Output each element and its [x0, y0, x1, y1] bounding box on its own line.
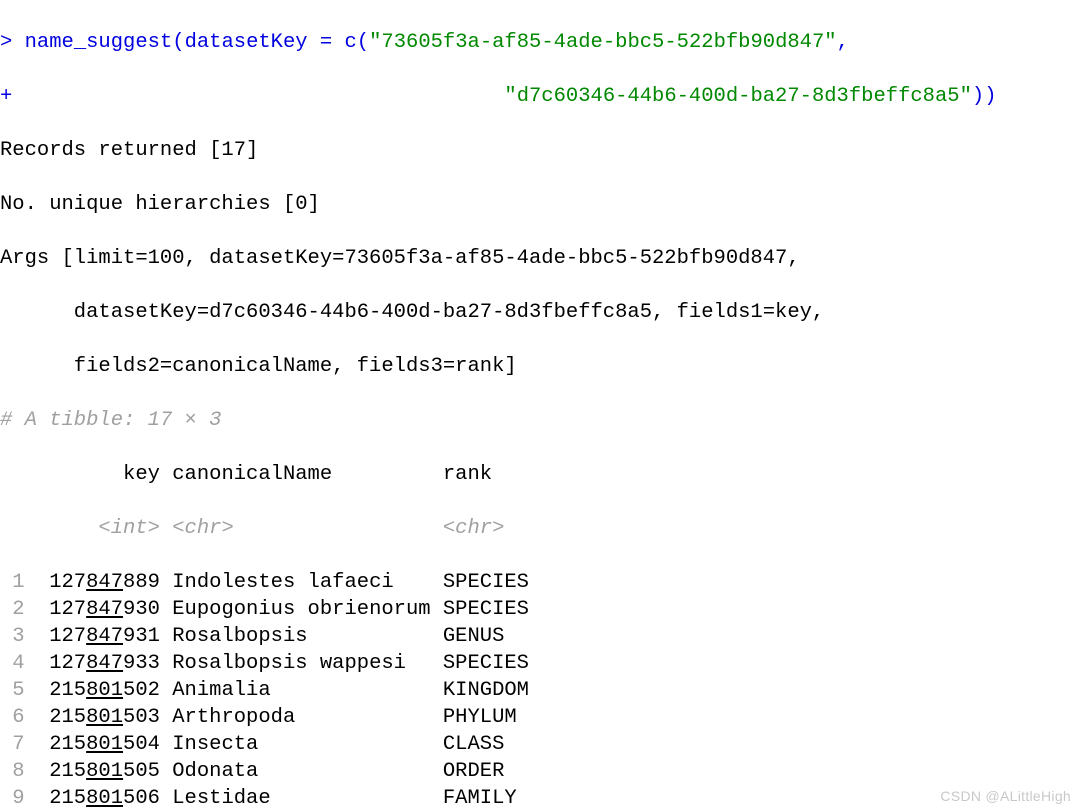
watermark: CSDN @ALittleHigh [940, 788, 1071, 804]
cell-key: 127847930 [37, 596, 160, 623]
col-type-key: <int> [37, 515, 160, 542]
cell-key: 127847931 [37, 623, 160, 650]
row-number: 9 [0, 785, 25, 810]
col-type-name: <chr> [172, 515, 443, 542]
table-row: 5 215801502 AnimaliaKINGDOM [0, 677, 1081, 704]
cell-key: 127847889 [37, 569, 160, 596]
cell-rank: FAMILY [443, 785, 517, 810]
table-row: 2 127847930 Eupogonius obrienorumSPECIES [0, 596, 1081, 623]
row-number: 4 [0, 650, 25, 677]
output-args-3: fields2=canonicalName, fields3=rank] [0, 353, 1081, 380]
row-number: 5 [0, 677, 25, 704]
column-types: <int> <chr><chr> [0, 515, 1081, 542]
cell-rank: KINGDOM [443, 677, 529, 704]
col-header-rank: rank [443, 461, 492, 488]
table-row: 6 215801503 ArthropodaPHYLUM [0, 704, 1081, 731]
cell-canonical-name: Rosalbopsis wappesi [172, 650, 443, 677]
string-literal-1: "73605f3a-af85-4ade-bbc5-522bfb90d847" [369, 31, 836, 54]
cell-canonical-name: Eupogonius obrienorum [172, 596, 443, 623]
tibble-header: # A tibble: 17 × 3 [0, 407, 1081, 434]
cell-rank: SPECIES [443, 596, 529, 623]
cell-key: 215801502 [37, 677, 160, 704]
cell-canonical-name: Insecta [172, 731, 443, 758]
row-number: 6 [0, 704, 25, 731]
cell-key: 215801505 [37, 758, 160, 785]
cell-canonical-name: Lestidae [172, 785, 443, 810]
cell-key: 215801506 [37, 785, 160, 810]
col-header-name: canonicalName [172, 461, 443, 488]
cell-canonical-name: Animalia [172, 677, 443, 704]
cell-canonical-name: Arthropoda [172, 704, 443, 731]
output-args-2: datasetKey=d7c60346-44b6-400d-ba27-8d3fb… [0, 299, 1081, 326]
cell-key: 215801503 [37, 704, 160, 731]
cell-rank: CLASS [443, 731, 505, 758]
arg-name: datasetKey [185, 31, 308, 54]
cell-rank: PHYLUM [443, 704, 517, 731]
row-number: 3 [0, 623, 25, 650]
col-type-rank: <chr> [443, 515, 505, 542]
output-unique: No. unique hierarchies [0] [0, 191, 1081, 218]
cell-rank: SPECIES [443, 650, 529, 677]
input-line-2: + "d7c60346-44b6-400d-ba27-8d3fbeffc8a5"… [0, 83, 1081, 110]
table-row: 7 215801504 InsectaCLASS [0, 731, 1081, 758]
table-row: 8 215801505 OdonataORDER [0, 758, 1081, 785]
cell-canonical-name: Rosalbopsis [172, 623, 443, 650]
string-literal-2: "d7c60346-44b6-400d-ba27-8d3fbeffc8a5" [504, 85, 971, 108]
cell-key: 127847933 [37, 650, 160, 677]
cell-rank: GENUS [443, 623, 505, 650]
output-records: Records returned [17] [0, 137, 1081, 164]
cell-key: 215801504 [37, 731, 160, 758]
input-line-1: > name_suggest(datasetKey = c("73605f3a-… [0, 29, 1081, 56]
prompt-symbol: > [0, 31, 12, 54]
table-row: 9 215801506 LestidaeFAMILY [0, 785, 1081, 810]
continuation-symbol: + [0, 85, 12, 108]
row-number: 8 [0, 758, 25, 785]
r-console[interactable]: > name_suggest(datasetKey = c("73605f3a-… [0, 0, 1081, 810]
cell-canonical-name: Indolestes lafaeci [172, 569, 443, 596]
row-number: 7 [0, 731, 25, 758]
row-number: 2 [0, 596, 25, 623]
cell-rank: SPECIES [443, 569, 529, 596]
table-row: 1 127847889 Indolestes lafaeciSPECIES [0, 569, 1081, 596]
row-number: 1 [0, 569, 25, 596]
table-row: 3 127847931 RosalbopsisGENUS [0, 623, 1081, 650]
tibble-rows: 1 127847889 Indolestes lafaeciSPECIES 2 … [0, 569, 1081, 810]
output-args-1: Args [limit=100, datasetKey=73605f3a-af8… [0, 245, 1081, 272]
column-headers: key canonicalNamerank [0, 461, 1081, 488]
cell-rank: ORDER [443, 758, 505, 785]
col-header-key: key [37, 461, 160, 488]
func-call: name_suggest [25, 31, 173, 54]
cell-canonical-name: Odonata [172, 758, 443, 785]
table-row: 4 127847933 Rosalbopsis wappesiSPECIES [0, 650, 1081, 677]
